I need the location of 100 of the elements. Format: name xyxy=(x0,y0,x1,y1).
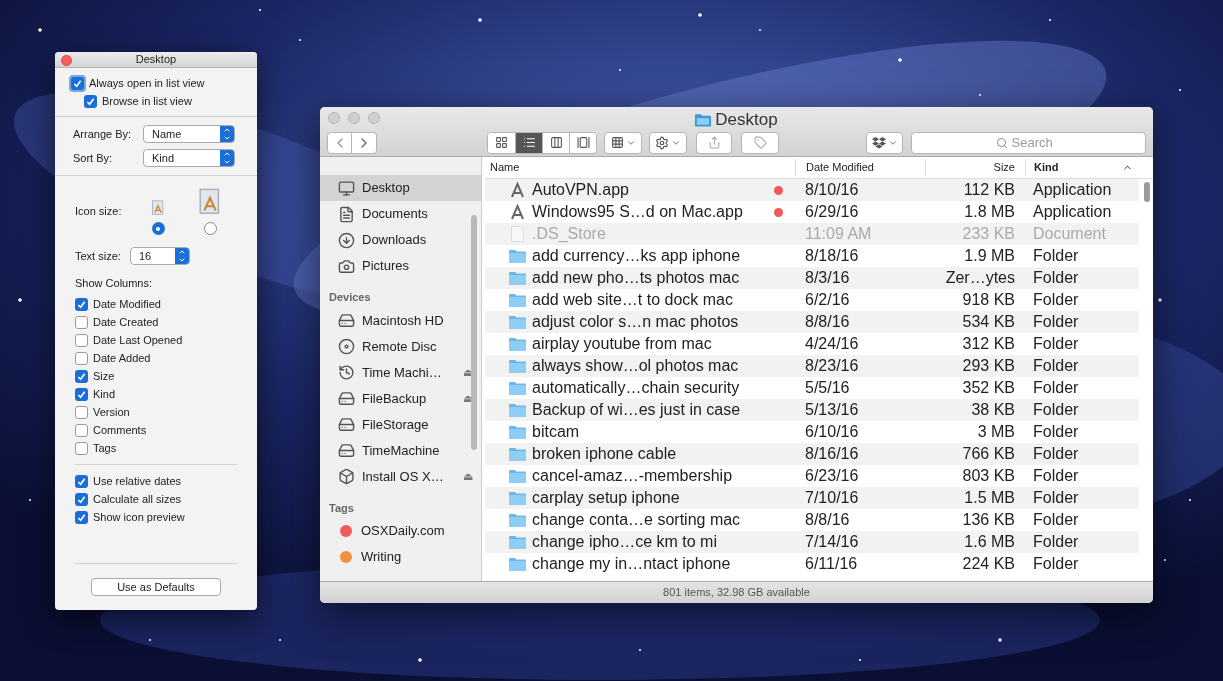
columns-view-icon xyxy=(549,136,563,149)
arrange-button[interactable] xyxy=(604,131,642,154)
file-name: adjust color s…n mac photos xyxy=(532,312,739,332)
sidebar-item[interactable]: TimeMachine xyxy=(320,437,481,464)
stepper-icon xyxy=(220,126,234,142)
column-header[interactable]: Size xyxy=(925,159,1025,176)
file-name: airplay youtube from mac xyxy=(532,334,712,354)
checkbox[interactable] xyxy=(75,511,88,524)
dropbox-button[interactable] xyxy=(866,131,903,154)
file-row[interactable]: always show…ol photos mac 8/23/16 293 KB Folder xyxy=(485,355,1139,377)
view-mode-button[interactable] xyxy=(542,132,569,153)
file-size: 136 KB xyxy=(961,510,1016,530)
folder-icon xyxy=(509,469,526,483)
search-input[interactable]: Search xyxy=(1011,132,1062,153)
file-size: 38 KB xyxy=(970,400,1016,420)
view-mode-button[interactable] xyxy=(515,132,542,153)
checkbox[interactable] xyxy=(84,94,97,108)
file-size: 803 KB xyxy=(961,466,1016,486)
checkbox[interactable] xyxy=(75,475,88,488)
sort-by-label: Sort By: xyxy=(73,150,114,166)
file-name: change conta…e sorting mac xyxy=(532,510,741,530)
checkbox-label: Date Added xyxy=(93,351,151,367)
sidebar-item[interactable]: Pictures xyxy=(320,253,481,279)
sidebar-item[interactable]: Macintosh HD xyxy=(320,307,481,334)
checkbox[interactable] xyxy=(75,406,88,419)
checkbox[interactable] xyxy=(75,388,88,401)
file-name: automatically…chain security xyxy=(532,378,740,398)
radio-button[interactable] xyxy=(151,222,165,235)
close-button[interactable] xyxy=(61,55,72,66)
sidebar-icon xyxy=(338,442,355,459)
sidebar-item[interactable]: Remote Disc xyxy=(320,333,481,360)
checkbox-label: Comments xyxy=(93,423,147,439)
file-kind: Folder xyxy=(1032,400,1080,420)
file-row[interactable]: change ipho…ce km to mi 7/14/16 1.6 MB Folder xyxy=(485,531,1139,553)
file-row[interactable]: adjust color s…n mac photos 8/8/16 534 KB Folder xyxy=(485,311,1139,333)
date-modified: 11:09 AM xyxy=(804,224,873,244)
checkbox[interactable] xyxy=(75,424,88,437)
date-modified: 6/29/16 xyxy=(804,202,860,222)
checkbox-label: Tags xyxy=(93,441,117,457)
sidebar-item[interactable]: Documents xyxy=(320,201,481,227)
date-modified: 6/23/16 xyxy=(804,466,860,486)
popup-menu[interactable]: Kind xyxy=(143,149,235,167)
checkbox[interactable] xyxy=(75,493,88,506)
file-row[interactable]: broken iphone cable 8/16/16 766 KB Folder xyxy=(485,443,1139,465)
view-mode-button[interactable] xyxy=(488,132,515,153)
sidebar-item[interactable]: Downloads xyxy=(320,227,481,253)
stepper-icon xyxy=(220,150,234,166)
file-name: add new pho…ts photos mac xyxy=(532,268,740,288)
folder-icon xyxy=(509,249,526,263)
file-kind: Application xyxy=(1032,202,1113,222)
sidebar-item-label: FileStorage xyxy=(362,415,429,434)
file-size: 224 KB xyxy=(961,554,1016,574)
file-kind: Folder xyxy=(1032,510,1080,530)
folder-icon xyxy=(509,381,526,395)
file-name: bitcam xyxy=(532,422,580,442)
eject-button[interactable]: ⏏ xyxy=(463,468,473,485)
file-row[interactable]: carplay setup iphone 7/10/16 1.5 MB Folder xyxy=(485,487,1139,509)
file-row[interactable]: Backup of wi…es just in case 5/13/16 38 KB Folder xyxy=(485,399,1139,421)
radio-button[interactable] xyxy=(203,222,217,235)
sidebar-section-header: Devices xyxy=(328,290,372,305)
file-kind: Folder xyxy=(1032,356,1080,376)
folder-icon xyxy=(509,425,526,439)
column-header[interactable]: Name xyxy=(485,159,795,176)
view-mode-control[interactable] xyxy=(487,131,597,154)
checkbox-label: Browse in list view xyxy=(102,93,192,109)
checkbox[interactable] xyxy=(75,298,88,311)
checkbox[interactable] xyxy=(75,352,88,365)
search-field[interactable]: Search xyxy=(911,131,1146,154)
checkbox-label: Always open in list view xyxy=(89,75,205,91)
date-modified: 5/5/16 xyxy=(804,378,851,398)
date-modified: 8/23/16 xyxy=(804,356,860,376)
sidebar-item[interactable]: OSXDaily.com xyxy=(320,518,481,544)
column-header[interactable]: Kind xyxy=(1025,159,1153,176)
dropbox-icon xyxy=(871,136,886,149)
show-columns-label: Show Columns: xyxy=(75,276,154,291)
sidebar-item[interactable]: Desktop xyxy=(320,175,481,201)
sidebar-icon xyxy=(338,257,355,275)
checkbox[interactable] xyxy=(75,334,88,347)
checkbox[interactable] xyxy=(75,370,88,383)
app-document-icon xyxy=(150,200,166,216)
popup-menu[interactable]: Name xyxy=(143,125,235,143)
popup-menu[interactable]: 16 xyxy=(130,247,190,265)
folder-icon xyxy=(509,557,526,571)
column-header[interactable]: Date Modified xyxy=(795,159,925,176)
view-mode-button[interactable] xyxy=(569,132,596,153)
checkbox[interactable] xyxy=(75,316,88,329)
sidebar-item[interactable]: Writing xyxy=(320,544,481,570)
sidebar-item-label: Install OS X… xyxy=(362,467,444,486)
file-name: AutoVPN.app xyxy=(532,180,629,200)
use-as-defaults-button[interactable]: Use as Defaults xyxy=(91,578,221,596)
file-row[interactable]: AutoVPN.app 8/10/16 112 KB Application xyxy=(485,179,1139,201)
action-button[interactable] xyxy=(649,131,687,154)
checkbox[interactable] xyxy=(75,442,88,455)
date-modified: 6/2/16 xyxy=(804,290,851,310)
date-modified: 7/14/16 xyxy=(804,532,860,552)
sidebar-item[interactable]: Install OS X… ⏏ xyxy=(320,463,481,490)
sidebar-item[interactable]: FileStorage xyxy=(320,411,481,438)
file-kind: Folder xyxy=(1032,334,1080,354)
sidebar-item-label: Macintosh HD xyxy=(362,311,444,330)
file-row[interactable]: add new pho…ts photos mac 8/3/16 Zer…ytes Folder xyxy=(485,267,1139,289)
